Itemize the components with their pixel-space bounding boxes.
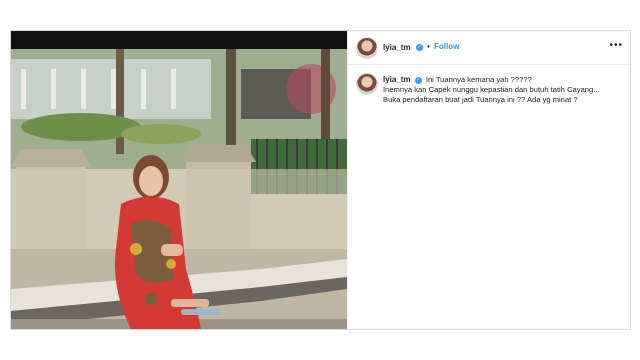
avatar[interactable] — [356, 37, 378, 59]
post-header: lyia_tm ✓ • Follow ••• — [348, 31, 632, 65]
photo-top-border — [11, 31, 347, 49]
verified-badge-icon: ✓ — [414, 76, 422, 84]
more-options-icon[interactable]: ••• — [609, 40, 623, 51]
post-sidebar: lyia_tm ✓ • Follow ••• lyia_tm ✓ Ini Tua… — [347, 31, 632, 329]
post-photo[interactable] — [11, 31, 347, 329]
follow-button[interactable]: Follow — [434, 42, 459, 51]
separator-dot: • — [427, 42, 430, 51]
caption-username[interactable]: lyia_tm — [383, 75, 411, 84]
verified-badge-icon: ✓ — [416, 44, 423, 51]
username[interactable]: lyia_tm — [383, 43, 411, 52]
caption-avatar[interactable] — [356, 73, 378, 95]
caption-line-2: Inemnya kan Capek nunggu kepastian dan b… — [383, 85, 600, 94]
instagram-post: lyia_tm ✓ • Follow ••• lyia_tm ✓ Ini Tua… — [10, 30, 632, 330]
caption-first-line: lyia_tm ✓ Ini Tuannya kemana yah ????? — [383, 75, 628, 85]
caption-text: lyia_tm ✓ Ini Tuannya kemana yah ????? I… — [383, 75, 628, 105]
caption-line-1: Ini Tuannya kemana yah ????? — [425, 75, 532, 84]
photo-illustration — [11, 49, 347, 329]
caption-line-3: Buka pendaftaran buat jadi Tuannya ini ?… — [383, 95, 578, 104]
